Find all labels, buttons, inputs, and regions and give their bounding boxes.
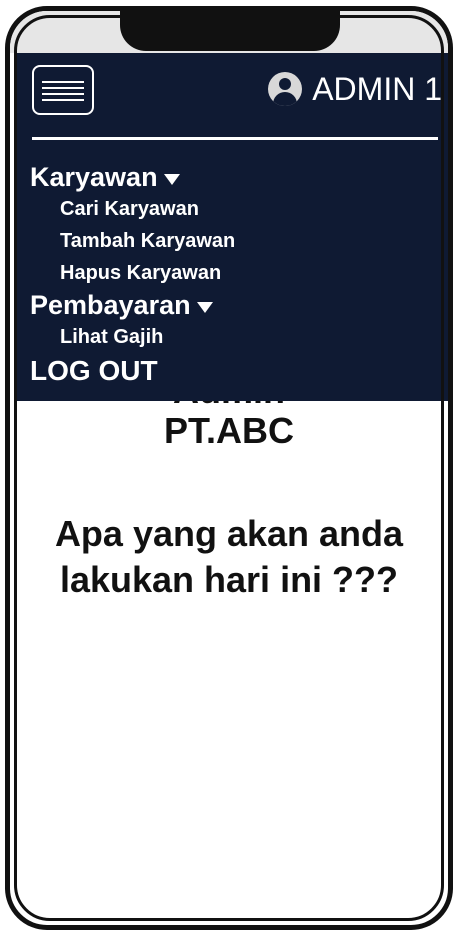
admin-profile[interactable]: ADMIN 1 bbox=[268, 71, 442, 107]
menu-item-hapus-karyawan[interactable]: Hapus Karyawan bbox=[30, 257, 235, 289]
logout-button[interactable]: LOG OUT bbox=[30, 353, 235, 389]
admin-label: ADMIN 1 bbox=[312, 71, 442, 107]
caret-down-icon bbox=[196, 301, 213, 313]
phone-frame: Admin PT.ABC Apa yang akan anda lakukan … bbox=[5, 6, 453, 930]
menu-item-lihat-gajih[interactable]: Lihat Gajih bbox=[30, 321, 235, 353]
main-content: Admin PT.ABC Apa yang akan anda lakukan … bbox=[10, 371, 448, 603]
nav-menu-panel: ADMIN 1 Karyawan Cari Karyawan Tambah Ka… bbox=[14, 53, 448, 401]
menu-divider bbox=[32, 137, 438, 140]
caret-down-icon bbox=[163, 173, 180, 185]
menu-item-cari-karyawan[interactable]: Cari Karyawan bbox=[30, 193, 235, 225]
question-text: Apa yang akan anda lakukan hari ini ??? bbox=[54, 513, 404, 600]
menu-section-pembayaran[interactable]: Pembayaran bbox=[30, 289, 235, 321]
nav-menu: Karyawan Cari Karyawan Tambah Karyawan H… bbox=[30, 161, 235, 389]
menu-item-tambah-karyawan[interactable]: Tambah Karyawan bbox=[30, 225, 235, 257]
menu-section-label: Pembayaran bbox=[30, 290, 191, 320]
company-name: PT.ABC bbox=[163, 410, 294, 451]
menu-section-karyawan[interactable]: Karyawan bbox=[30, 161, 235, 193]
user-avatar-icon bbox=[268, 72, 303, 106]
phone-notch bbox=[120, 11, 340, 51]
hamburger-icon[interactable] bbox=[32, 65, 94, 115]
menu-section-label: Karyawan bbox=[30, 162, 158, 192]
